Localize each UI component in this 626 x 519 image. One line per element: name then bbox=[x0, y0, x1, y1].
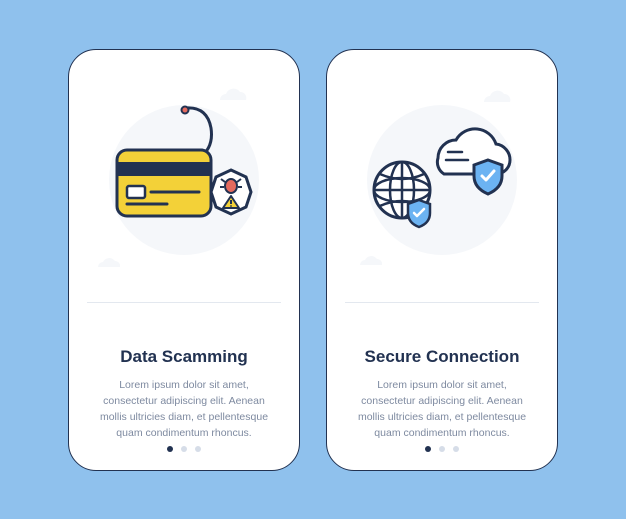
secure-connection-icon bbox=[352, 100, 532, 260]
page-dot-3[interactable] bbox=[453, 446, 459, 452]
onboarding-card-secure-connection: Secure Connection Lorem ipsum dolor sit … bbox=[326, 49, 558, 471]
page-indicator[interactable] bbox=[425, 446, 459, 452]
page-dot-3[interactable] bbox=[195, 446, 201, 452]
page-dot-1[interactable] bbox=[167, 446, 173, 452]
phishing-card-icon bbox=[99, 100, 269, 260]
illustration-area bbox=[86, 82, 282, 278]
text-block: Data Scamming Lorem ipsum dolor sit amet… bbox=[87, 302, 281, 454]
page-indicator[interactable] bbox=[167, 446, 201, 452]
page-dot-1[interactable] bbox=[425, 446, 431, 452]
card-title: Secure Connection bbox=[365, 347, 520, 367]
card-description: Lorem ipsum dolor sit amet, consectetur … bbox=[345, 377, 539, 442]
page-dot-2[interactable] bbox=[439, 446, 445, 452]
page-dot-2[interactable] bbox=[181, 446, 187, 452]
cloud-shield-icon bbox=[474, 160, 502, 194]
text-block: Secure Connection Lorem ipsum dolor sit … bbox=[345, 302, 539, 454]
onboarding-card-data-scamming: Data Scamming Lorem ipsum dolor sit amet… bbox=[68, 49, 300, 471]
illustration-area bbox=[344, 82, 540, 278]
globe-shield-icon bbox=[408, 200, 430, 227]
card-title: Data Scamming bbox=[120, 347, 248, 367]
card-description: Lorem ipsum dolor sit amet, consectetur … bbox=[87, 377, 281, 442]
